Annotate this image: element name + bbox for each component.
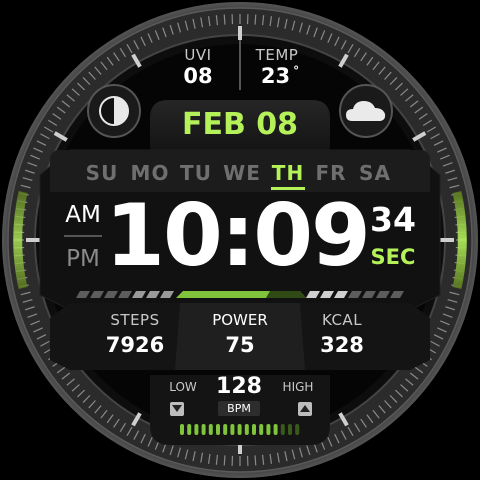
weekday-we: WE — [223, 161, 261, 185]
hr-increase-button[interactable] — [298, 402, 312, 416]
power-level-remaining — [266, 291, 306, 298]
steps-value: 7926 — [105, 333, 165, 357]
triangle-up-icon — [300, 405, 310, 412]
heart-rate-dot — [194, 424, 199, 435]
heart-rate-dot — [208, 424, 213, 435]
time-display: 10:09 — [105, 186, 371, 286]
triangle-down-icon — [172, 405, 182, 412]
minute-tick — [223, 455, 226, 466]
power-segment-bar — [76, 291, 404, 298]
weekday-su: SU — [85, 161, 119, 185]
time-hours: 10 — [105, 186, 223, 286]
am-indicator: AM — [65, 202, 101, 228]
date-label: FEB 08 — [181, 107, 299, 142]
heart-rate-dot — [295, 424, 300, 435]
seconds-value: 34 — [370, 200, 416, 239]
temp-label: TEMP — [255, 46, 299, 64]
heart-rate-value: 128 — [216, 374, 262, 399]
seconds-label: SEC — [370, 245, 416, 269]
weekday-mo: MO — [130, 161, 170, 185]
heart-rate-dot — [201, 424, 206, 435]
heart-rate-unit: BPM — [227, 402, 251, 415]
weekday-sa: SA — [359, 161, 391, 185]
temp-value: 23 ° — [261, 64, 299, 88]
kcal-label: KCAL — [321, 311, 363, 329]
hr-high-label: HIGH — [282, 380, 314, 394]
uvi-label: UVI — [184, 46, 212, 64]
heart-rate-dots — [180, 424, 300, 435]
heart-rate-dot — [216, 424, 220, 435]
moon-phase-icon — [99, 96, 129, 126]
heart-rate-dot — [273, 424, 278, 435]
pm-indicator: PM — [66, 246, 100, 272]
heart-rate-dot — [288, 424, 292, 435]
uvi-value: 08 — [183, 64, 213, 88]
time-separator: : — [220, 186, 255, 286]
temp-number: 23 — [260, 64, 291, 88]
minute-tick — [254, 14, 257, 25]
hr-low-label: LOW — [169, 380, 197, 394]
heart-rate-dot — [252, 424, 256, 435]
kcal-value: 328 — [320, 333, 364, 357]
power-label: POWER — [212, 311, 268, 329]
temp-unit: ° — [293, 64, 300, 78]
heart-rate-dot — [280, 424, 285, 435]
weekday-fr: FR — [315, 161, 347, 185]
power-value: 75 — [225, 333, 255, 357]
weekday-tu: TU — [180, 161, 212, 185]
heart-rate-dot — [187, 424, 192, 435]
heart-rate-dot — [259, 424, 264, 435]
minute-tick — [223, 14, 226, 25]
heart-rate-dot — [230, 424, 235, 435]
heart-rate-dot — [223, 424, 228, 435]
weekday-th: TH — [271, 161, 305, 185]
minute-tick — [254, 455, 257, 466]
hr-decrease-button[interactable] — [170, 402, 184, 416]
heart-rate-dot — [266, 424, 271, 435]
heart-rate-dot — [237, 424, 242, 435]
time-minutes: 09 — [253, 186, 371, 286]
steps-label: STEPS — [110, 311, 160, 329]
heart-rate-dot — [244, 424, 249, 435]
heart-rate-dot — [180, 424, 184, 435]
